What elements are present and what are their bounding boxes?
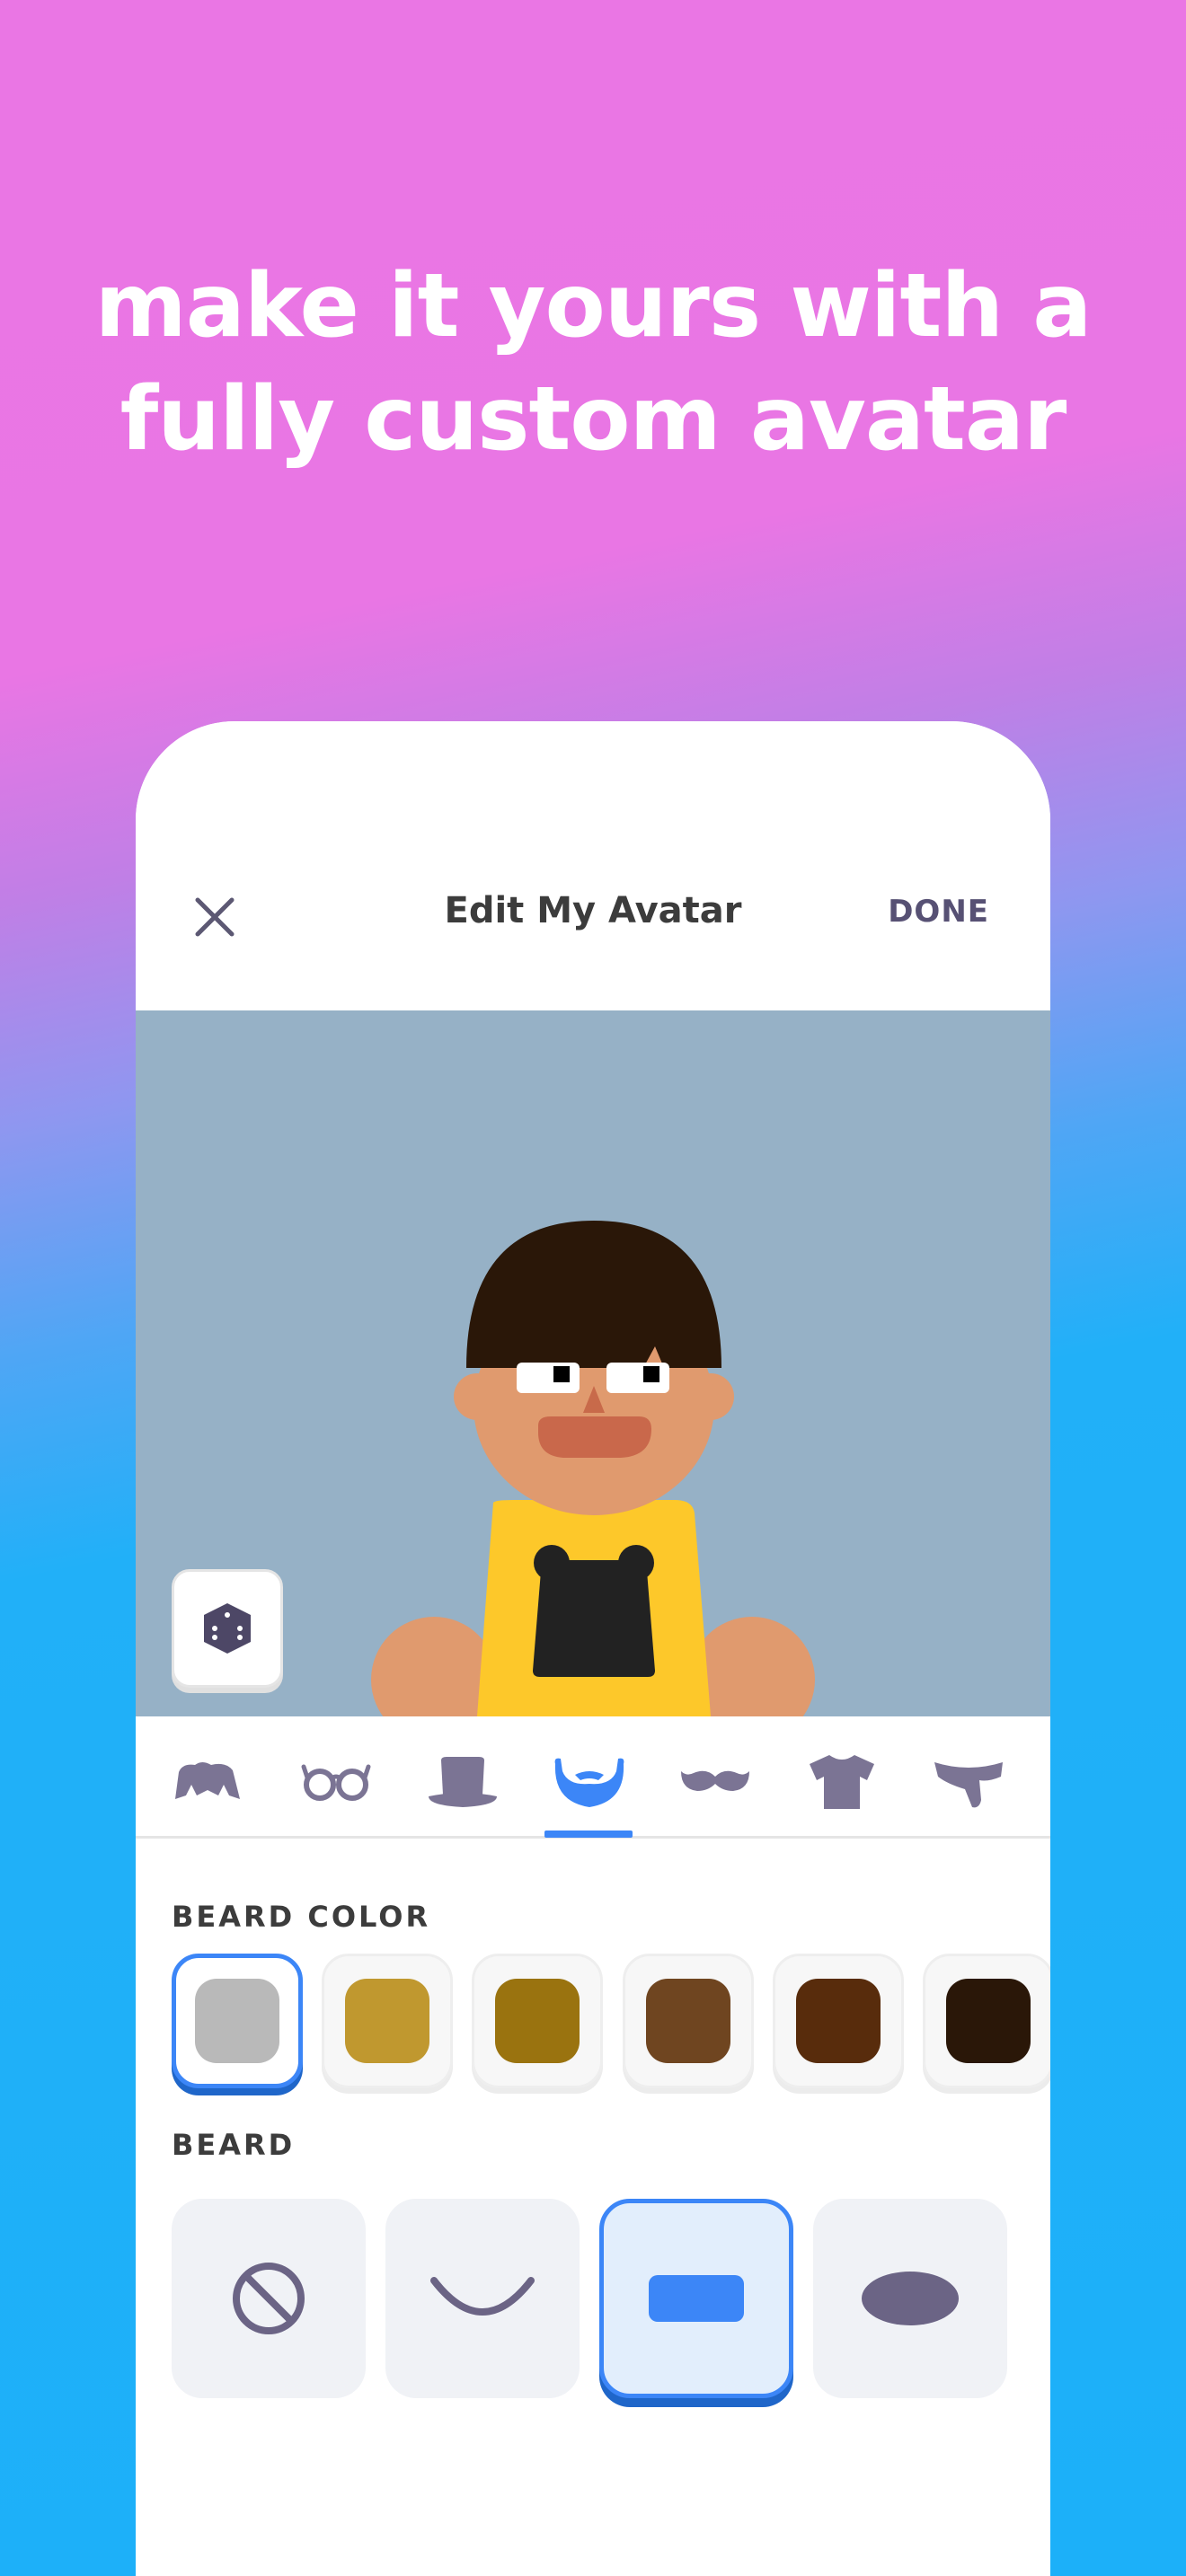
beard-color-swatch-3[interactable] [472,1954,603,2088]
promo-line-1: make it yours with a [94,255,1093,357]
beard-icon [554,1758,624,1807]
color-chip [946,1979,1031,2063]
tab-beard[interactable] [544,1751,634,1813]
tab-glasses[interactable] [291,1751,381,1813]
avatar-preview [136,1010,1050,1716]
promo-headline: make it yours with a fully custom avatar [0,250,1186,476]
hair [466,1221,721,1368]
none-icon [233,2263,305,2334]
beard-label: BEARD [172,2128,296,2162]
beard-color-swatch-6[interactable] [923,1954,1050,2088]
glasses-icon [301,1764,371,1801]
tab-mustache[interactable] [670,1751,760,1813]
shirt-icon [810,1755,874,1809]
randomize-button[interactable] [172,1569,283,1688]
beard-color-swatch-1[interactable] [172,1954,303,2088]
mouth [538,1416,651,1458]
tab-shirt[interactable] [797,1751,887,1813]
tab-hair[interactable] [163,1751,252,1813]
dice-icon [204,1603,251,1654]
beard-color-label: BEARD COLOR [172,1900,431,1934]
scarf-icon [934,1762,1003,1808]
category-tabs [136,1716,1050,1839]
active-tab-indicator [544,1831,633,1838]
phone-screen: Edit My Avatar DONE BEARD COLOR BEARD [136,721,1050,2576]
beard-style-full[interactable] [813,2199,1007,2398]
chinstrap-icon [430,2277,535,2316]
hair-icon [175,1762,240,1799]
color-chip [646,1979,730,2063]
top-bar: Edit My Avatar DONE [136,721,1050,1010]
beard-color-swatch-5[interactable] [773,1954,904,2088]
beard-style-chinstrap[interactable] [385,2199,580,2398]
hat-icon [429,1757,497,1807]
beard-color-swatch-2[interactable] [322,1954,453,2088]
beard-color-swatch-4[interactable] [623,1954,754,2088]
goatee-icon [649,2275,744,2322]
full-beard-icon [862,2272,959,2325]
color-chip [195,1979,279,2063]
promo-line-2: fully custom avatar [119,368,1067,471]
left-arm [371,1617,497,1716]
tab-hat[interactable] [418,1751,508,1813]
tab-scarf[interactable] [924,1751,1013,1813]
color-chip [796,1979,881,2063]
mustache-icon [681,1770,749,1791]
beard-style-goatee[interactable] [599,2199,793,2398]
color-chip [345,1979,429,2063]
beard-style-none[interactable] [172,2199,366,2398]
done-button[interactable]: DONE [888,894,989,930]
color-chip [495,1979,580,2063]
